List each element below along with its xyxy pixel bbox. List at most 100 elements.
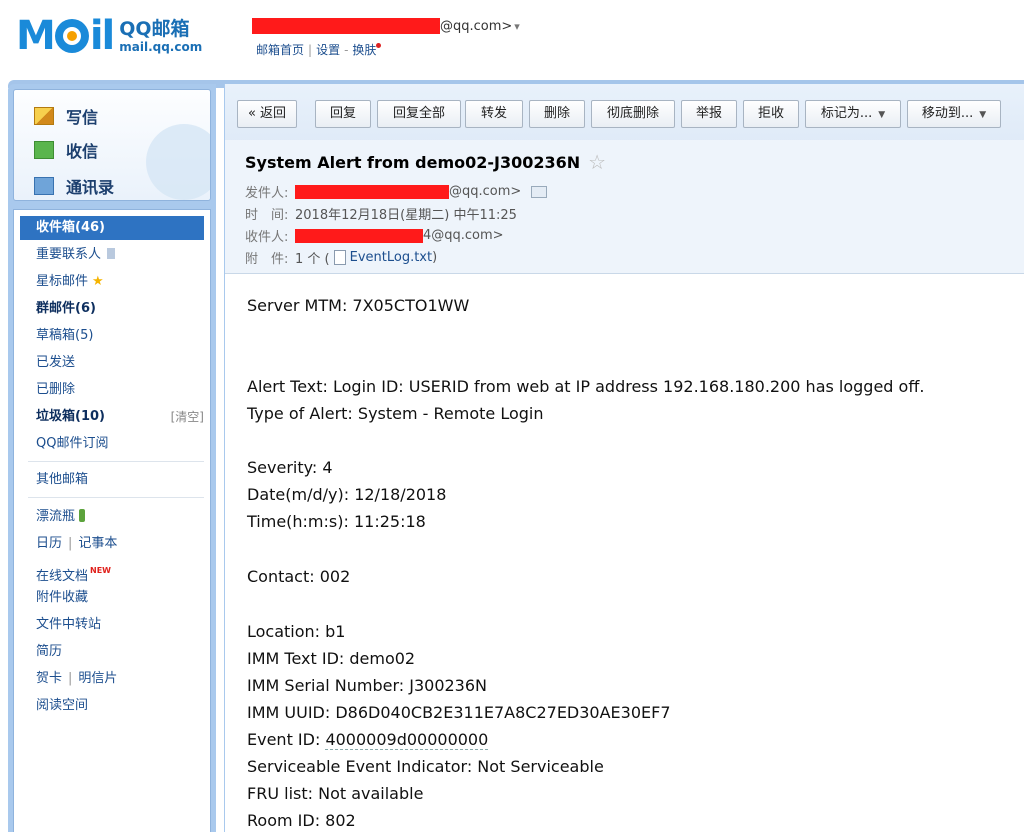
star-toggle-icon[interactable]: ☆ [588, 150, 606, 174]
star-icon: ★ [92, 274, 104, 289]
inbox-download-icon [34, 141, 54, 159]
recipient-row: 收件人: 4@qq.com> [245, 228, 504, 245]
settings-link[interactable]: 设置 [316, 43, 340, 57]
body-alert-text: Alert Text: Login ID: USERID from web at… [247, 377, 925, 396]
time-row: 时 间: 2018年12月18日(星期二) 中午11:25 [245, 204, 517, 223]
receive-button[interactable]: 收信 [34, 138, 98, 162]
body-server-mtm: Server MTM: 7X05CTO1WW [247, 296, 470, 315]
delete-button[interactable]: 删除 [529, 100, 585, 128]
forward-button[interactable]: 转发 [465, 100, 523, 128]
drift-bottle-link[interactable]: 漂流瓶 [14, 505, 210, 529]
logo-url: mail.qq.com [119, 40, 203, 54]
logo-mail-wordmark: Mil [16, 13, 115, 59]
body-date: Date(m/d/y): 12/18/2018 [247, 485, 447, 504]
reading-space-link[interactable]: 阅读空间 [14, 694, 210, 718]
penguin-decoration-icon [146, 124, 210, 200]
mail-view: « 返回 回复 回复全部 转发 删除 彻底删除 举报 拒收 标记为... ▼ 移动… [224, 84, 1024, 832]
back-button[interactable]: « 返回 [237, 100, 297, 128]
resume-link[interactable]: 简历 [14, 640, 210, 664]
top-header: Mil QQ邮箱 mail.qq.com @qq.com> ▾ 邮箱首页 | 设置 -… [0, 0, 1024, 80]
redacted-recipient [295, 228, 423, 243]
mail-header: System Alert from demo02-J300236N ☆ 发件人:… [225, 140, 1024, 274]
mail-home-link[interactable]: 邮箱首页 [256, 43, 304, 57]
folder-deleted[interactable]: 已删除 [14, 378, 210, 402]
new-badge: NEW [90, 566, 111, 575]
account-domain: @qq.com> [440, 18, 513, 34]
pencil-icon [34, 107, 54, 125]
attachment-row: 附 件: 1 个 ( EventLog.txt ) [245, 250, 438, 267]
text-file-icon [333, 250, 346, 265]
attachment-count: 1 个 ( [295, 252, 330, 267]
compose-button[interactable]: 写信 [34, 104, 98, 128]
empty-spam-link[interactable]: [清空] [171, 405, 204, 429]
folder-drafts[interactable]: 草稿箱(5) [14, 324, 210, 348]
reply-all-button[interactable]: 回复全部 [377, 100, 461, 128]
bookmark-icon [107, 248, 116, 259]
sender-row: 发件人: @qq.com> [245, 182, 548, 201]
calendar-link[interactable]: 日历 [36, 536, 62, 551]
redacted-account-name [252, 18, 440, 34]
postcard-link[interactable]: 明信片 [78, 671, 117, 686]
body-imm-text-id: IMM Text ID: demo02 [247, 649, 416, 668]
quick-actions: 写信 收信 通讯录 [13, 89, 211, 201]
attachment-link[interactable]: EventLog.txt [350, 250, 432, 265]
mail-toolbar: « 返回 回复 回复全部 转发 删除 彻底删除 举报 拒收 标记为... ▼ 移动… [225, 84, 1024, 146]
folder-starred[interactable]: 星标邮件 ★ [14, 270, 210, 294]
body-contact: Contact: 002 [247, 567, 351, 586]
logo-product-name: QQ邮箱 [119, 18, 190, 40]
cards-row: 贺卡 | 明信片 [36, 671, 118, 686]
address-book-icon [34, 177, 54, 195]
body-serviceable: Serviceable Event Indicator: Not Service… [247, 757, 604, 776]
body-location: Location: b1 [247, 622, 346, 641]
body-imm-uuid: IMM UUID: D86D040CB2E311E7A8C27ED30AE30E… [247, 703, 671, 722]
sent-time: 2018年12月18日(星期二) 中午11:25 [295, 208, 517, 223]
dropdown-caret-icon: ▼ [878, 110, 886, 120]
delete-permanently-button[interactable]: 彻底删除 [591, 100, 675, 128]
contact-card-icon[interactable] [531, 185, 548, 198]
folder-inbox[interactable]: 收件箱(46) [20, 216, 204, 240]
folder-group-mail[interactable]: 群邮件(6) [14, 297, 210, 321]
qq-mail-logo[interactable]: Mil QQ邮箱 mail.qq.com [16, 16, 202, 56]
logo-o-icon [54, 19, 89, 53]
folder-spam[interactable]: 垃圾箱(10) [清空] [14, 405, 210, 429]
divider [28, 461, 204, 462]
other-mailboxes-link[interactable]: 其他邮箱 [14, 468, 210, 492]
notification-dot-icon [376, 43, 382, 48]
report-button[interactable]: 举报 [681, 100, 737, 128]
file-transfer-link[interactable]: 文件中转站 [14, 613, 210, 637]
bottle-icon [79, 509, 86, 522]
account-menu[interactable]: @qq.com> ▾ [252, 18, 520, 34]
body-severity: Severity: 4 [247, 458, 333, 477]
reject-button[interactable]: 拒收 [743, 100, 799, 128]
greeting-card-link[interactable]: 贺卡 [36, 671, 62, 686]
event-id-value[interactable]: 4000009d00000000 [325, 730, 489, 750]
recipient-address[interactable]: 4@qq.com> [423, 228, 504, 243]
top-links: 邮箱首页 | 设置 - 换肤 [256, 41, 382, 58]
reply-button[interactable]: 回复 [315, 100, 371, 128]
move-to-dropdown[interactable]: 移动到... ▼ [907, 100, 1001, 128]
mail-subject: System Alert from demo02-J300236N ☆ [245, 150, 607, 174]
online-docs-link[interactable]: 在线文档 NEW [14, 559, 210, 584]
body-imm-serial: IMM Serial Number: J300236N [247, 676, 488, 695]
chevron-down-icon[interactable]: ▾ [514, 20, 520, 33]
change-skin-link[interactable]: 换肤 [352, 43, 376, 57]
sidebar: 写信 收信 通讯录 收件箱(46) 重要联系人 星标邮件 ★ 群邮件(6) 草稿箱… [8, 84, 216, 832]
body-alert-type: Type of Alert: System - Remote Login [247, 404, 544, 423]
attachment-collection-link[interactable]: 附件收藏 [14, 586, 210, 610]
sender-address[interactable]: @qq.com> [449, 184, 521, 199]
contacts-button[interactable]: 通讯录 [34, 174, 114, 198]
notebook-link[interactable]: 记事本 [78, 536, 117, 551]
body-fru-list: FRU list: Not available [247, 784, 424, 803]
mark-as-dropdown[interactable]: 标记为... ▼ [805, 100, 901, 128]
body-event-id: Event ID: 4000009d00000000 [247, 730, 489, 750]
body-time: Time(h:m:s): 11:25:18 [247, 512, 426, 531]
folder-sent[interactable]: 已发送 [14, 351, 210, 375]
dropdown-caret-icon: ▼ [979, 110, 987, 120]
divider [28, 497, 204, 498]
folder-nav: 收件箱(46) 重要联系人 星标邮件 ★ 群邮件(6) 草稿箱(5) 已发送 已删… [13, 209, 211, 832]
redacted-sender [295, 184, 449, 199]
body-room-id: Room ID: 802 [247, 811, 356, 830]
folder-qq-subscription[interactable]: QQ邮件订阅 [14, 432, 210, 456]
folder-important-contacts[interactable]: 重要联系人 [14, 243, 210, 267]
calendar-notebook-row: 日历 | 记事本 [36, 536, 118, 551]
